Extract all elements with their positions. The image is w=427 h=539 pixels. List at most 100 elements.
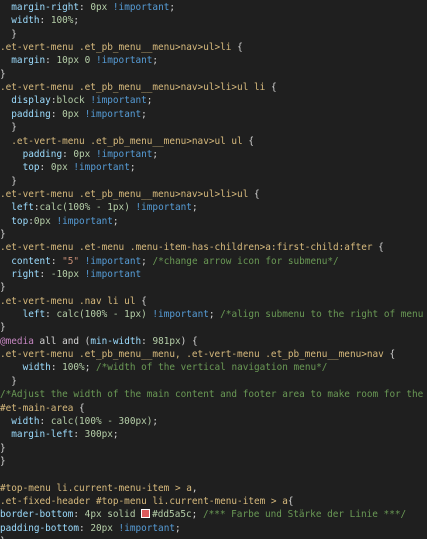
code-line[interactable]: /*Adjust the width of the main content a… bbox=[0, 388, 427, 402]
code-token: !important bbox=[146, 309, 209, 321]
code-line[interactable]: margin-right: 0px !important; bbox=[0, 1, 175, 15]
code-token: border-bottom bbox=[0, 509, 74, 521]
code-token: calc(100% - 300px) bbox=[50, 415, 153, 427]
code-token: } bbox=[0, 442, 6, 454]
code-line[interactable]: margin-left: 300px; bbox=[0, 428, 119, 442]
code-line[interactable]: right: -10px !important bbox=[0, 268, 141, 282]
code-token: solid bbox=[101, 509, 142, 521]
code-line[interactable]: padding: 0px !important; bbox=[0, 148, 159, 162]
code-token: left bbox=[0, 202, 34, 214]
code-token: { bbox=[287, 495, 294, 507]
code-token: !important bbox=[90, 55, 153, 67]
code-line[interactable]: .et-vert-menu .nav li ul { bbox=[0, 295, 147, 309]
code-line[interactable]: padding: 0px !important; bbox=[0, 108, 147, 122]
code-token: #top-menu li.current-menu-item > a bbox=[0, 482, 192, 494]
color-swatch-icon[interactable] bbox=[141, 509, 151, 519]
code-line[interactable]: } bbox=[0, 228, 6, 242]
code-token: : bbox=[45, 309, 57, 321]
code-token: ; bbox=[191, 509, 203, 521]
code-token: top bbox=[0, 162, 40, 174]
code-token: ; bbox=[152, 55, 159, 67]
code-token: 981px bbox=[152, 335, 181, 347]
code-line[interactable]: .et-vert-menu .et-menu .menu-item-has-ch… bbox=[0, 241, 384, 255]
code-token: margin-left bbox=[0, 429, 74, 441]
code-line[interactable]: #et-main-area { bbox=[0, 402, 85, 416]
code-line[interactable]: #top-menu li.current-menu-item > a, bbox=[0, 482, 198, 496]
code-line[interactable]: .et-vert-menu .et_pb_menu__menu>nav>ul>l… bbox=[0, 41, 243, 55]
code-line[interactable]: } bbox=[0, 321, 6, 335]
code-editor[interactable]: margin-right: 0px !important; width: 100… bbox=[0, 0, 427, 539]
code-token: } bbox=[0, 455, 6, 467]
code-line[interactable]: .et-vert-menu .et_pb_menu__menu>nav>ul u… bbox=[0, 135, 254, 149]
code-token: !important bbox=[79, 269, 142, 280]
code-line[interactable]: } bbox=[0, 281, 6, 295]
code-line[interactable]: margin: 10px 0 !important; bbox=[0, 54, 158, 68]
code-token: /*change arrow icon for submenu*/ bbox=[152, 255, 339, 267]
code-token: : bbox=[141, 335, 153, 347]
code-line[interactable]: } bbox=[0, 121, 17, 135]
code-token: 0px bbox=[33, 215, 51, 227]
code-token: margin-right bbox=[0, 2, 80, 13]
code-token: 100% bbox=[62, 362, 85, 374]
code-token: !important bbox=[90, 148, 153, 160]
code-line[interactable]: left:calc(100% - 1px) !important; bbox=[0, 201, 198, 215]
code-token: width bbox=[0, 415, 40, 427]
code-line[interactable]: .et-vert-menu .et_pb_menu__menu>nav>ul>l… bbox=[0, 81, 277, 95]
code-line[interactable]: .et-fixed-header #top-menu li.current-me… bbox=[0, 495, 294, 509]
code-line[interactable]: } bbox=[0, 455, 6, 469]
code-line[interactable]: } bbox=[0, 375, 17, 389]
code-token: } bbox=[0, 282, 6, 294]
code-token: calc(100% - 1px) bbox=[56, 309, 147, 321]
code-token: top bbox=[0, 215, 29, 227]
code-token: /*align submenu to the right of menu lin… bbox=[220, 309, 424, 321]
code-token: } bbox=[0, 228, 6, 240]
code-line[interactable]: top: 0px !important; bbox=[0, 161, 136, 175]
code-token: ; bbox=[141, 108, 147, 120]
code-token: : bbox=[39, 162, 51, 174]
code-token: ; bbox=[208, 309, 221, 321]
code-line[interactable]: .et-vert-menu .et_pb_menu__menu, .et-ver… bbox=[0, 348, 395, 362]
code-token: width bbox=[0, 15, 40, 27]
code-token: : bbox=[62, 148, 74, 160]
code-token: !important bbox=[84, 95, 147, 107]
code-token: .et-vert-menu .et_pb_menu__menu>nav>ul>l… bbox=[0, 188, 254, 200]
code-token: , bbox=[191, 482, 198, 494]
code-token: } bbox=[0, 322, 6, 334]
code-token: : bbox=[39, 15, 51, 27]
code-token: 0px bbox=[73, 148, 91, 160]
code-token: { bbox=[254, 188, 260, 200]
code-token: #et-main-area bbox=[0, 402, 80, 414]
code-line[interactable]: } bbox=[0, 535, 6, 539]
code-line[interactable]: @media all and (min-width: 981px) { bbox=[0, 335, 198, 349]
code-token: .et-vert-menu .et_pb_menu__menu, .et-ver… bbox=[0, 349, 390, 361]
code-token: 0px bbox=[90, 2, 108, 13]
code-token: ; bbox=[112, 429, 119, 441]
code-line[interactable]: } bbox=[0, 175, 17, 189]
code-token: padding bbox=[0, 148, 63, 160]
code-line[interactable]: display:block !important; bbox=[0, 94, 152, 108]
code-line[interactable]: } bbox=[0, 28, 17, 42]
code-line[interactable]: width: 100%; bbox=[0, 14, 79, 28]
code-line[interactable]: content: "5" !important; /*change arrow … bbox=[0, 255, 339, 269]
code-line[interactable]: top:0px !important; bbox=[0, 215, 118, 229]
code-token: width bbox=[0, 362, 51, 374]
code-line[interactable]: } bbox=[0, 68, 6, 82]
code-token: ; bbox=[191, 202, 198, 214]
code-token: 0px bbox=[62, 108, 80, 120]
code-line[interactable]: border-bottom: 4px solid #dd5a5c; /*** F… bbox=[0, 508, 406, 522]
code-token: min-width bbox=[90, 335, 142, 347]
code-token: .et-vert-menu .et_pb_menu__menu>nav>ul>l… bbox=[0, 42, 238, 54]
code-token: } bbox=[0, 68, 6, 80]
code-line[interactable]: } bbox=[0, 442, 6, 456]
code-token: : bbox=[79, 522, 91, 534]
code-token: left bbox=[0, 309, 46, 321]
code-line[interactable]: width: calc(100% - 300px); bbox=[0, 415, 158, 429]
code-line[interactable]: left: calc(100% - 1px) !important; /*ali… bbox=[0, 308, 427, 322]
code-token: content bbox=[0, 255, 51, 267]
code-token: 300px bbox=[84, 429, 113, 441]
code-token: ; bbox=[175, 522, 181, 534]
code-line[interactable]: padding-bottom: 20px !important; bbox=[0, 522, 181, 536]
code-token: "5" bbox=[62, 255, 80, 267]
code-line[interactable]: .et-vert-menu .et_pb_menu__menu>nav>ul>l… bbox=[0, 188, 260, 202]
code-line[interactable]: width: 100%; /*width of the vertical nav… bbox=[0, 361, 328, 375]
